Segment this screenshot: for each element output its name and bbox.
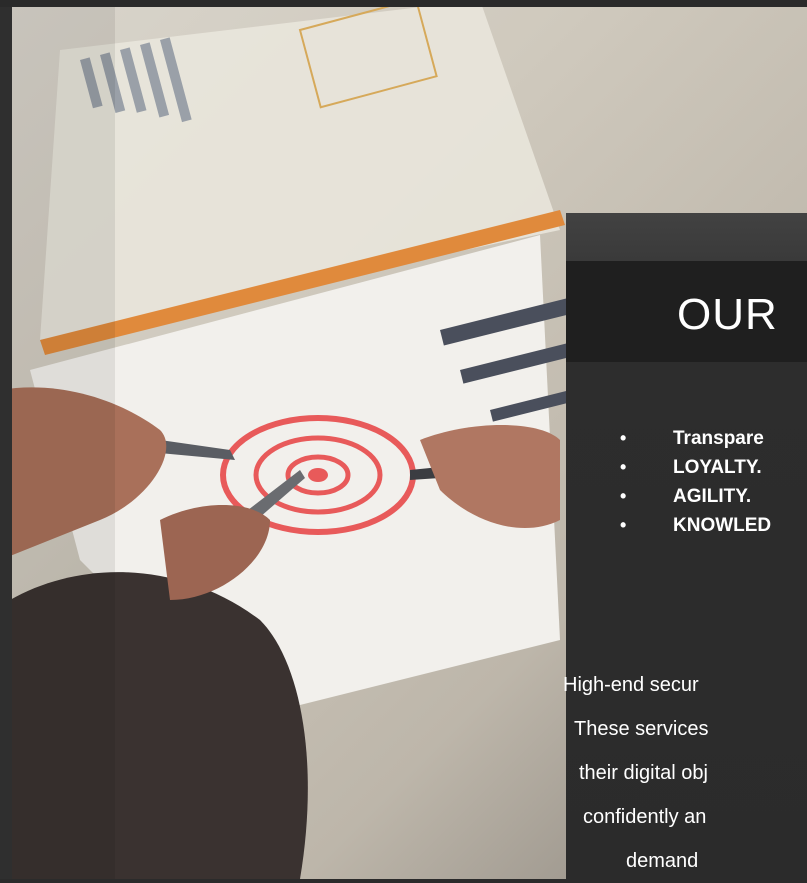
bullet-icon: • [620, 457, 627, 477]
list-item: • Transpare [620, 424, 771, 453]
values-list: • Transpare • LOYALTY. • AGILITY. • KNOWLED [620, 424, 771, 540]
list-item: • AGILITY. [620, 482, 771, 511]
list-item: • LOYALTY. [620, 453, 771, 482]
overlay-band [12, 7, 115, 879]
list-item: • KNOWLED [620, 511, 771, 540]
bullet-icon: • [620, 486, 627, 506]
description: High-end secur These services their digi… [563, 674, 709, 872]
bullet-icon: • [620, 428, 627, 448]
section-title: OUR [677, 290, 778, 339]
left-edge [0, 0, 12, 879]
top-edge [0, 0, 807, 7]
bullet-icon: • [620, 515, 627, 535]
